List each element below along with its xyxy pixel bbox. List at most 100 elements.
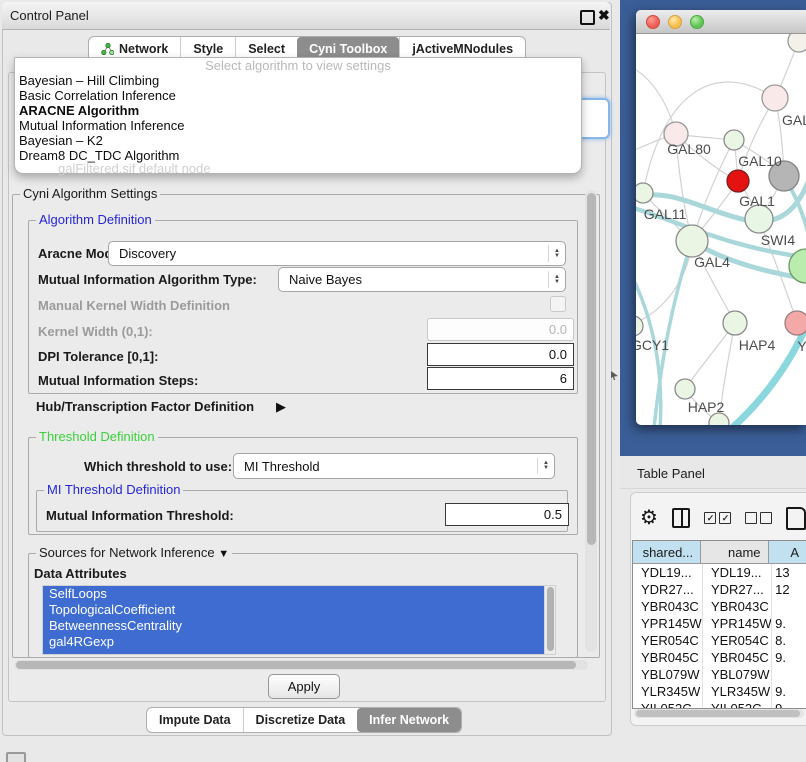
which-threshold-combobox[interactable]: MI Threshold ▲▼ (233, 453, 555, 479)
dpi-tolerance-label: DPI Tolerance [0,1]: (38, 349, 158, 364)
manual-kernel-width-label: Manual Kernel Width Definition (38, 298, 230, 313)
dropdown-item-aracne[interactable]: ARACNE Algorithm (15, 103, 581, 118)
dropdown-item[interactable]: Bayesian – K2 (15, 133, 581, 148)
network-canvas[interactable]: GAL GAL80 GAL10 GAL1 GAL11 SWI4 GAL4 GCY… (636, 34, 806, 425)
mi-steps-field[interactable]: 6 (427, 367, 574, 390)
select-all-icon[interactable]: ✓✓ (704, 512, 731, 524)
selected-attributes: SelfLoops TopologicalCoefficient Between… (43, 586, 544, 654)
close-window-button[interactable] (646, 15, 660, 29)
network-window-titlebar (636, 10, 806, 34)
control-panel-titlebar (2, 2, 610, 30)
network-default-node-ghost-text: galFiltered.sif default node (58, 161, 210, 176)
table-row[interactable]: YDL19... YDL19... 13 (633, 564, 806, 581)
cyni-settings-legend: Cyni Algorithm Settings (20, 187, 160, 201)
table-header-row: shared... name A (633, 541, 806, 564)
columns-icon[interactable] (672, 508, 691, 528)
hub-definition-label: Hub/Transcription Factor Definition (36, 399, 254, 414)
dropdown-item[interactable]: Basic Correlation Inference (15, 88, 581, 103)
table-horizontal-scrollbar[interactable] (634, 709, 804, 718)
dropdown-item[interactable]: Bayesian – Hill Climbing (15, 73, 581, 88)
expand-arrow-icon[interactable]: ▶ (276, 399, 286, 415)
bottom-tabbar: Impute Data Discretize Data Infer Networ… (146, 707, 462, 733)
network-graph: GAL GAL80 GAL10 GAL1 GAL11 SWI4 GAL4 GCY… (636, 34, 806, 425)
combo-arrows-icon: ▲▼ (548, 271, 565, 287)
aracne-mode-combobox[interactable]: Discovery ▲▼ (108, 241, 566, 266)
table-toolbar: ⚙ ✓✓ (640, 503, 806, 533)
apply-button[interactable]: Apply (268, 674, 340, 699)
mi-threshold-field[interactable]: 0.5 (445, 503, 569, 526)
deselect-all-icon[interactable] (745, 512, 772, 524)
tab-discretize-data[interactable]: Discretize Data (243, 708, 358, 732)
table-row[interactable]: YBL079W YBL079W (633, 666, 806, 683)
float-window-icon[interactable] (580, 10, 595, 25)
tab-impute-data[interactable]: Impute Data (147, 708, 243, 732)
node-table: shared... name A YDL19... YDL19... 13 YD… (632, 540, 806, 709)
table-row[interactable]: YPR145W YPR145W 9. (633, 615, 806, 632)
table-row[interactable]: YBR043C YBR043C (633, 598, 806, 615)
node-label: SWI4 (761, 232, 795, 248)
manual-kernel-width-checkbox[interactable] (550, 296, 566, 312)
node-gal1[interactable] (745, 205, 773, 233)
minimize-window-button[interactable] (668, 15, 682, 29)
node-hap4[interactable] (723, 311, 747, 335)
threshold-definition-legend: Threshold Definition (36, 430, 158, 444)
zoom-window-button[interactable] (690, 15, 704, 29)
mi-steps-label: Mutual Information Steps: (38, 373, 198, 388)
list-item[interactable]: BetweennessCentrality (43, 618, 544, 634)
mi-algorithm-type-label: Mutual Information Algorithm Type: (38, 272, 257, 287)
node-label: GAL10 (738, 153, 782, 169)
node[interactable] (785, 311, 806, 335)
node-hap2[interactable] (675, 379, 695, 399)
column-header-partial[interactable]: A (769, 541, 806, 563)
node[interactable] (788, 34, 806, 52)
gear-icon[interactable]: ⚙ (640, 508, 658, 528)
panel-title: Control Panel (10, 8, 89, 23)
node-gal80[interactable] (724, 130, 744, 150)
dropdown-prompt: Select algorithm to view settings (15, 58, 581, 73)
table-panel-title: Table Panel (637, 466, 705, 481)
list-item[interactable]: TopologicalCoefficient (43, 602, 544, 618)
combo-arrows-icon: ▲▼ (537, 458, 554, 475)
node-gal4[interactable] (676, 225, 708, 257)
minimized-panel-icon[interactable] (6, 752, 26, 762)
dropdown-item[interactable]: Mutual Information Inference (15, 118, 581, 133)
scrollbar-thumb[interactable] (587, 193, 596, 545)
algorithm-definition-legend: Algorithm Definition (36, 213, 155, 227)
document-icon[interactable] (786, 507, 806, 530)
node-label: GAL11 (644, 206, 687, 222)
settings-horizontal-scrollbar[interactable] (14, 660, 588, 670)
node-label: HAP4 (739, 337, 776, 353)
kernel-width-field[interactable]: 0.0 (427, 318, 574, 341)
node-label: GCY1 (636, 337, 669, 353)
dpi-tolerance-field[interactable]: 0.0 (427, 343, 574, 366)
table-row[interactable]: YBR045C YBR045C 9. (633, 649, 806, 666)
sources-legend: Sources for Network Inference ▼ (36, 546, 232, 561)
table-row[interactable]: YIL052C YIL052C 9. (633, 700, 806, 709)
node-gal11[interactable] (636, 183, 653, 203)
network-icon (101, 43, 114, 55)
list-item[interactable]: gal4RGexp (43, 634, 544, 650)
list-scrollbar[interactable] (544, 586, 555, 654)
table-row[interactable]: YLR345W YLR345W 9. (633, 683, 806, 700)
list-item[interactable]: SelfLoops (43, 586, 544, 602)
mi-threshold-label: Mutual Information Threshold: (46, 508, 234, 523)
node[interactable] (762, 85, 788, 111)
kernel-width-label: Kernel Width (0,1): (38, 324, 153, 339)
scrollbar-thumb[interactable] (547, 587, 554, 651)
node-label: GAL1 (739, 193, 775, 209)
table-row[interactable]: YDR27... YDR27... 12 (633, 581, 806, 598)
table-row[interactable]: YER054C YER054C 8. (633, 632, 806, 649)
scrollbar-thumb[interactable] (636, 710, 800, 717)
node-label: GAL4 (694, 254, 730, 270)
node-label: GAL80 (667, 141, 711, 157)
node-label: HAP2 (688, 399, 725, 415)
settings-vertical-scrollbar[interactable] (585, 190, 597, 652)
column-header-name[interactable]: name (701, 541, 768, 563)
scrollbar-thumb[interactable] (16, 661, 576, 669)
close-icon[interactable]: ✖ (598, 7, 610, 24)
node-selected-red[interactable] (727, 170, 749, 192)
column-header-shared-name[interactable]: shared... (633, 541, 701, 563)
mi-algorithm-type-combobox[interactable]: Naive Bayes ▲▼ (278, 267, 566, 292)
tab-infer-network[interactable]: Infer Network (357, 708, 461, 732)
collapse-arrow-icon[interactable]: ▼ (218, 548, 229, 560)
